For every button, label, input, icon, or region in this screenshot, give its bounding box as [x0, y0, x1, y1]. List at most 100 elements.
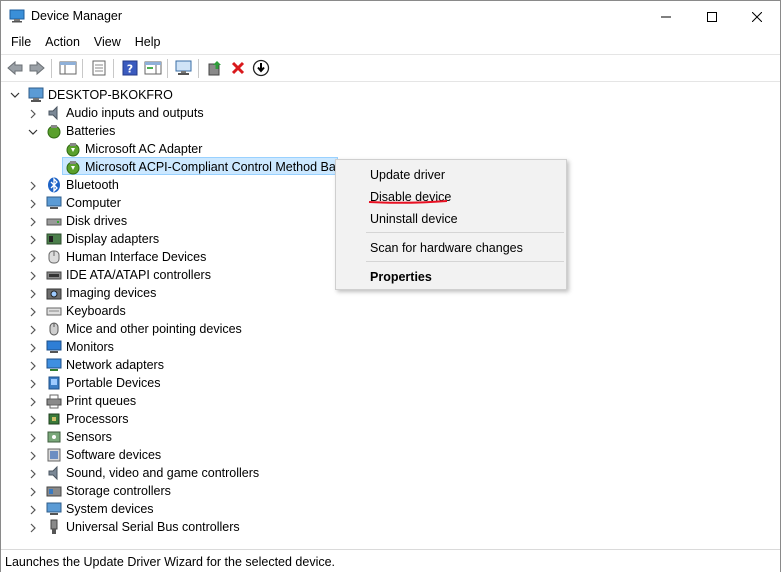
close-icon	[752, 11, 762, 22]
close-button[interactable]	[734, 1, 780, 32]
chevron-right-icon[interactable]	[28, 252, 38, 263]
context-separator	[366, 232, 564, 233]
chevron-right-icon[interactable]	[28, 396, 38, 407]
tree-category-row[interactable]: Storage controllers	[1, 482, 780, 500]
chevron-right-icon[interactable]	[28, 360, 38, 371]
tree-category-row[interactable]: Sensors	[1, 428, 780, 446]
tree-category-row[interactable]: Universal Serial Bus controllers	[1, 518, 780, 536]
tree-root-row[interactable]: DESKTOP-BKOKFRO	[1, 86, 780, 104]
chevron-right-icon[interactable]	[28, 432, 38, 443]
tree-category-row[interactable]: Software devices	[1, 446, 780, 464]
software-device-icon	[46, 447, 62, 463]
menu-bar: File Action View Help	[1, 32, 780, 53]
chevron-right-icon[interactable]	[28, 522, 38, 533]
enable-device-button[interactable]	[251, 58, 271, 78]
tree-category-label: Monitors	[66, 340, 114, 354]
tree-category-row[interactable]: Keyboards	[1, 302, 780, 320]
chevron-right-icon[interactable]	[28, 180, 38, 191]
chevron-right-icon[interactable]	[28, 306, 38, 317]
scan-hardware-button[interactable]	[174, 58, 194, 78]
context-scan-hardware[interactable]: Scan for hardware changes	[370, 241, 523, 255]
tree-device-label: Microsoft AC Adapter	[85, 142, 203, 156]
ide-controller-icon	[46, 267, 62, 283]
context-update-driver[interactable]: Update driver	[370, 168, 445, 182]
tree-category-row[interactable]: Audio inputs and outputs	[1, 104, 780, 122]
uninstall-device-button[interactable]	[228, 58, 248, 78]
chevron-right-icon[interactable]	[28, 468, 38, 479]
tree-category-label: System devices	[66, 502, 154, 516]
back-button[interactable]	[5, 58, 25, 78]
portable-device-icon	[46, 375, 62, 391]
display-adapter-icon	[46, 231, 62, 247]
show-hide-console-tree-button[interactable]	[58, 58, 78, 78]
chevron-right-icon[interactable]	[28, 414, 38, 425]
tree-category-label: Imaging devices	[66, 286, 157, 300]
chevron-right-icon[interactable]	[28, 450, 38, 461]
tree-category-label: Sound, video and game controllers	[66, 466, 260, 480]
battery-icon	[46, 123, 62, 139]
title-bar: Device Manager	[1, 1, 780, 32]
context-uninstall-device[interactable]: Uninstall device	[370, 212, 458, 226]
red-underline-annotation	[368, 200, 448, 204]
minimize-button[interactable]	[643, 1, 689, 32]
tree-category-row[interactable]: Sound, video and game controllers	[1, 464, 780, 482]
menu-help[interactable]: Help	[128, 32, 168, 53]
chevron-right-icon[interactable]	[28, 378, 38, 389]
menu-view[interactable]: View	[87, 32, 128, 53]
chevron-right-icon[interactable]	[28, 342, 38, 353]
chevron-right-icon[interactable]	[28, 108, 38, 119]
window-title: Device Manager	[31, 9, 123, 23]
tree-category-row[interactable]: Portable Devices	[1, 374, 780, 392]
monitor-scan-icon	[175, 60, 192, 75]
bluetooth-icon	[46, 177, 62, 193]
help-question-icon: ?	[122, 60, 138, 76]
chevron-right-icon[interactable]	[28, 234, 38, 245]
tree-category-row[interactable]: Batteries	[1, 122, 780, 140]
system-device-icon	[46, 501, 62, 517]
tree-category-row[interactable]: Processors	[1, 410, 780, 428]
hid-icon	[46, 249, 62, 265]
menu-file[interactable]: File	[4, 32, 38, 53]
chevron-down-icon[interactable]	[28, 126, 38, 136]
action-pane-button[interactable]	[143, 58, 163, 78]
chevron-right-icon[interactable]	[28, 198, 38, 209]
tree-category-label: Audio inputs and outputs	[66, 106, 204, 120]
toolbar: ?	[1, 54, 780, 82]
tree-category-label: Sensors	[66, 430, 112, 444]
tree-category-row[interactable]: System devices	[1, 500, 780, 518]
minimize-icon	[661, 16, 671, 17]
tree-category-label: Disk drives	[66, 214, 128, 228]
chevron-down-icon	[10, 92, 20, 98]
help-button[interactable]: ?	[120, 58, 140, 78]
toolbar-separator	[198, 59, 199, 78]
tree-category-label: Processors	[66, 412, 129, 426]
tree-category-row[interactable]: Network adapters	[1, 356, 780, 374]
properties-sheet-icon	[92, 60, 106, 76]
tree-category-row[interactable]: Mice and other pointing devices	[1, 320, 780, 338]
chevron-right-icon[interactable]	[28, 288, 38, 299]
properties-toolbar-button[interactable]	[89, 58, 109, 78]
sensor-icon	[46, 429, 62, 445]
tree-device-row[interactable]: Microsoft AC Adapter	[1, 140, 780, 158]
tree-category-label: Bluetooth	[66, 178, 119, 192]
chevron-right-icon[interactable]	[28, 324, 38, 335]
maximize-button[interactable]	[689, 1, 735, 32]
tree-category-label: IDE ATA/ATAPI controllers	[66, 268, 211, 282]
processor-icon	[46, 411, 62, 427]
chevron-right-icon[interactable]	[28, 216, 38, 227]
chevron-right-icon[interactable]	[28, 504, 38, 515]
tree-category-label: Batteries	[66, 124, 116, 138]
toolbar-separator	[82, 59, 83, 78]
chevron-right-icon[interactable]	[28, 270, 38, 281]
printer-icon	[46, 393, 62, 409]
forward-button[interactable]	[27, 58, 47, 78]
update-driver-button[interactable]	[205, 58, 225, 78]
menu-action[interactable]: Action	[38, 32, 87, 53]
device-manager-app-icon	[9, 9, 25, 23]
speaker-icon	[46, 105, 62, 121]
red-x-icon	[231, 61, 245, 75]
chevron-right-icon[interactable]	[28, 486, 38, 497]
context-properties[interactable]: Properties	[370, 270, 432, 284]
tree-category-row[interactable]: Print queues	[1, 392, 780, 410]
tree-category-row[interactable]: Monitors	[1, 338, 780, 356]
